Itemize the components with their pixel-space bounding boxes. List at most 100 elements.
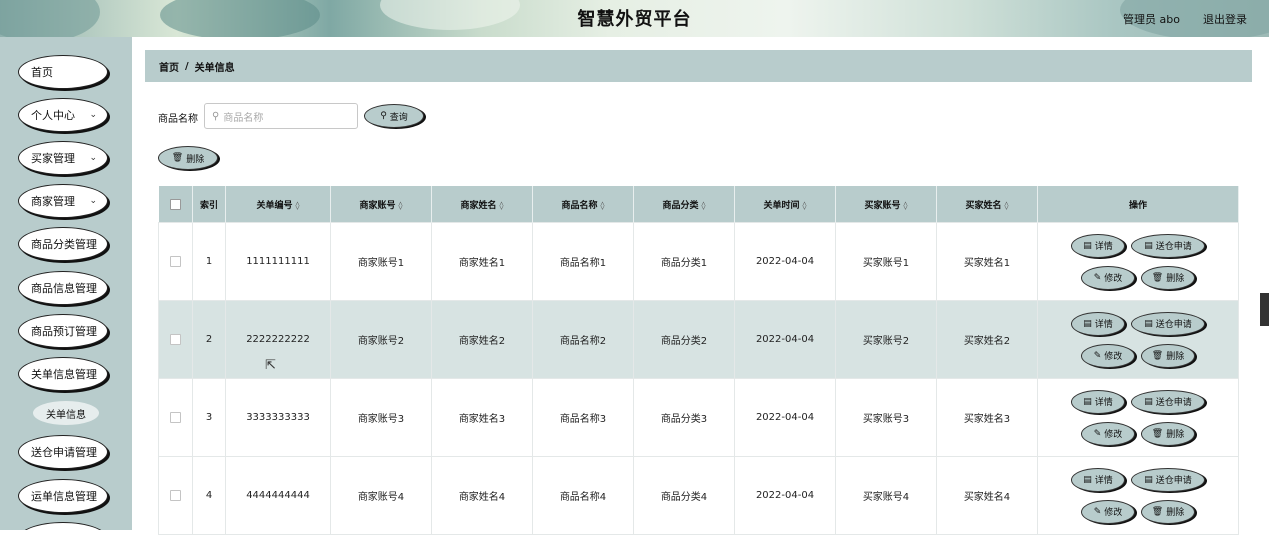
breadcrumb-separator: / xyxy=(185,60,189,72)
document-icon: ▤ xyxy=(1083,396,1092,407)
sidebar-item-reservation[interactable]: 商品预订管理 xyxy=(18,314,108,348)
table-cell: 买家账号3 xyxy=(835,378,937,457)
detail-button[interactable]: ▤ 详情 xyxy=(1071,233,1125,258)
detail-label: 详情 xyxy=(1094,320,1113,330)
detail-button[interactable]: ▤ 详情 xyxy=(1071,311,1125,336)
sidebar-item-merchant[interactable]: 商家管理 ⌄ xyxy=(18,184,108,218)
breadcrumb-home[interactable]: 首页 xyxy=(159,59,179,74)
send-warehouse-button[interactable]: ▤ 送仓申请 xyxy=(1131,233,1205,258)
sort-icon[interactable]: ◊ xyxy=(296,201,300,210)
side-collapse-tab[interactable] xyxy=(1260,293,1269,326)
sidebar-item-label: 送仓申请管理 xyxy=(31,446,97,459)
send-warehouse-button[interactable]: ▤ 送仓申请 xyxy=(1131,311,1205,336)
sidebar-item-warehouse[interactable]: 送仓申请管理 xyxy=(18,435,108,469)
sidebar-item-more[interactable] xyxy=(18,522,108,530)
edit-button[interactable]: ✎ 修改 xyxy=(1081,265,1135,290)
row-checkbox[interactable] xyxy=(170,333,181,345)
sidebar-item-waybill[interactable]: 运单信息管理 xyxy=(18,479,108,513)
sidebar-item-customs[interactable]: 关单信息管理 xyxy=(18,357,108,391)
row-checkbox[interactable] xyxy=(170,489,181,501)
sidebar-item-label: 运单信息管理 xyxy=(31,490,97,503)
table-cell: 商品名称3 xyxy=(532,378,634,457)
column-header[interactable]: 商家账号 ◊ xyxy=(330,186,432,223)
edit-button[interactable]: ✎ 修改 xyxy=(1081,343,1135,368)
send-label: 送仓申请 xyxy=(1155,320,1192,330)
sort-icon[interactable]: ◊ xyxy=(904,201,908,210)
detail-button[interactable]: ▤ 详情 xyxy=(1071,467,1125,492)
send-label: 送仓申请 xyxy=(1155,242,1192,252)
row-checkbox[interactable] xyxy=(170,411,181,423)
edit-button[interactable]: ✎ 修改 xyxy=(1081,421,1135,446)
column-header[interactable]: 商家姓名 ◊ xyxy=(431,186,533,223)
search-icon: ⚲ xyxy=(212,110,220,122)
sort-icon[interactable]: ◊ xyxy=(601,201,605,210)
sort-icon[interactable]: ◊ xyxy=(500,201,504,210)
detail-label: 详情 xyxy=(1094,476,1113,486)
column-header[interactable]: 关单时间 ◊ xyxy=(734,186,836,223)
table-cell: 商品名称2 xyxy=(532,300,634,379)
sidebar-item-label: 商品分类管理 xyxy=(31,238,97,251)
sidebar-item-personal-center[interactable]: 个人中心 ⌄ xyxy=(18,98,108,132)
pencil-icon: ✎ xyxy=(1093,272,1102,283)
breadcrumb: 首页 / 关单信息 xyxy=(145,50,1252,82)
document-icon: ▤ xyxy=(1083,318,1092,329)
column-label: 关单时间 xyxy=(763,200,800,211)
logout-link[interactable]: 退出登录 xyxy=(1203,11,1247,27)
delete-button[interactable]: 🗑 删除 xyxy=(1141,343,1195,368)
column-header[interactable]: 商品分类 ◊ xyxy=(633,186,735,223)
table-cell: 商家姓名2 xyxy=(431,300,533,379)
row-checkbox[interactable] xyxy=(170,255,181,267)
delete-label: 删除 xyxy=(1166,508,1185,518)
column-header[interactable]: 关单编号 ◊ xyxy=(225,186,331,223)
send-warehouse-button[interactable]: ▤ 送仓申请 xyxy=(1131,389,1205,414)
row-select-cell xyxy=(158,456,193,535)
sidebar-item-label: 商品信息管理 xyxy=(31,282,97,295)
search-button[interactable]: ⚲ 查询 xyxy=(364,104,424,128)
sidebar-item-product[interactable]: 商品信息管理 xyxy=(18,271,108,305)
column-header[interactable]: 买家姓名 ◊ xyxy=(936,186,1038,223)
table-cell: 商品名称4 xyxy=(532,456,634,535)
edit-label: 修改 xyxy=(1104,508,1123,518)
sidebar-item-buyer[interactable]: 买家管理 ⌄ xyxy=(18,141,108,175)
delete-button[interactable]: 🗑 删除 xyxy=(1141,421,1195,446)
sidebar-subitem-customs-info[interactable]: 关单信息 xyxy=(33,401,99,425)
batch-delete-button[interactable]: 🗑 删除 xyxy=(158,146,218,170)
table-cell: 1111111111 xyxy=(225,222,331,301)
table-cell: 商品分类1 xyxy=(633,222,735,301)
sort-icon[interactable]: ◊ xyxy=(1005,201,1009,210)
sort-icon[interactable]: ◊ xyxy=(399,201,403,210)
column-label: 操作 xyxy=(1128,200,1147,211)
search-input[interactable]: ⚲ 商品名称 xyxy=(204,103,358,129)
row-select-cell xyxy=(158,378,193,457)
row-select-cell xyxy=(158,300,193,379)
table-cell: 3 xyxy=(192,378,226,457)
detail-label: 详情 xyxy=(1094,398,1113,408)
actions-cell: ▤ 详情 ▤ 送仓申请 ✎ 修改 🗑 删除 xyxy=(1037,456,1239,535)
edit-button[interactable]: ✎ 修改 xyxy=(1081,499,1135,524)
table-cell: 买家姓名3 xyxy=(936,378,1038,457)
column-header[interactable]: 买家账号 ◊ xyxy=(835,186,937,223)
sidebar-item-label: 关单信息管理 xyxy=(31,368,97,381)
column-label: 关单编号 xyxy=(256,200,293,211)
detail-button[interactable]: ▤ 详情 xyxy=(1071,389,1125,414)
send-warehouse-button[interactable]: ▤ 送仓申请 xyxy=(1131,467,1205,492)
search-icon: ⚲ xyxy=(380,111,387,121)
sidebar-item-category[interactable]: 商品分类管理 xyxy=(18,227,108,261)
table-cell: 2022-04-04 xyxy=(734,456,836,535)
delete-button[interactable]: 🗑 删除 xyxy=(1141,265,1195,290)
breadcrumb-current: 关单信息 xyxy=(194,62,235,74)
delete-button[interactable]: 🗑 删除 xyxy=(1141,499,1195,524)
sort-icon[interactable]: ◊ xyxy=(702,201,706,210)
table-cell: 买家账号2 xyxy=(835,300,937,379)
column-header: 索引 xyxy=(192,186,226,223)
column-header[interactable]: 商品名称 ◊ xyxy=(532,186,634,223)
sort-icon[interactable]: ◊ xyxy=(803,201,807,210)
select-all-checkbox[interactable] xyxy=(169,198,181,210)
table-header-row: 索引 关单编号 ◊ 商家账号 ◊ 商家姓名 ◊ 商品名称 ◊ 商品分类 ◊ 关单时间 ◊ 买… xyxy=(158,186,1239,223)
sidebar-item-home[interactable]: 首页 xyxy=(18,55,108,89)
row-actions: ▤ 详情 ▤ 送仓申请 ✎ 修改 🗑 删除 xyxy=(1068,389,1208,446)
select-all-cell xyxy=(158,186,193,223)
table-cell: 商品分类3 xyxy=(633,378,735,457)
delete-label: 删除 xyxy=(1166,274,1185,284)
column-label: 索引 xyxy=(199,200,218,211)
